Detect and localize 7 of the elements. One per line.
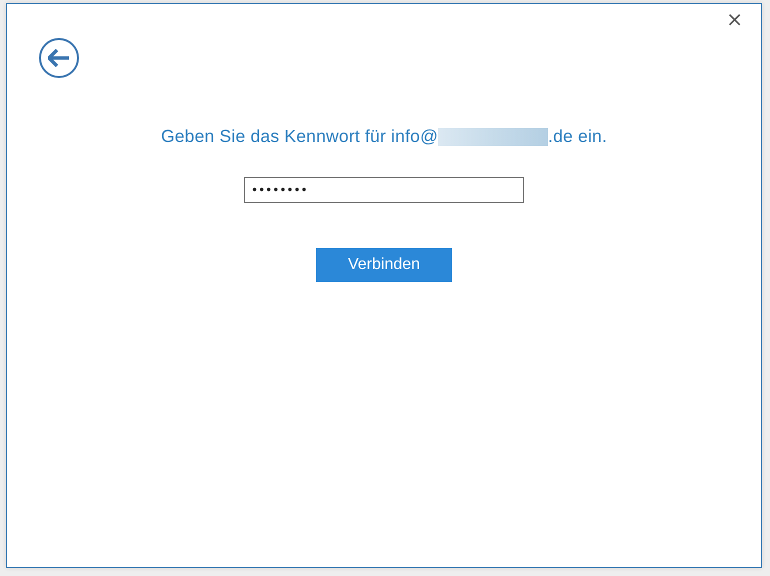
prompt-text: .de ein. xyxy=(548,126,608,147)
prompt-text: Geben Sie das Kennwort für info@ xyxy=(160,126,438,147)
password-field[interactable]: •••••••• xyxy=(244,177,524,203)
close-button[interactable]: × xyxy=(722,8,747,30)
connect-button[interactable]: Verbinden xyxy=(316,248,452,282)
left-arrow-icon xyxy=(48,49,70,67)
back-button[interactable] xyxy=(39,38,79,78)
